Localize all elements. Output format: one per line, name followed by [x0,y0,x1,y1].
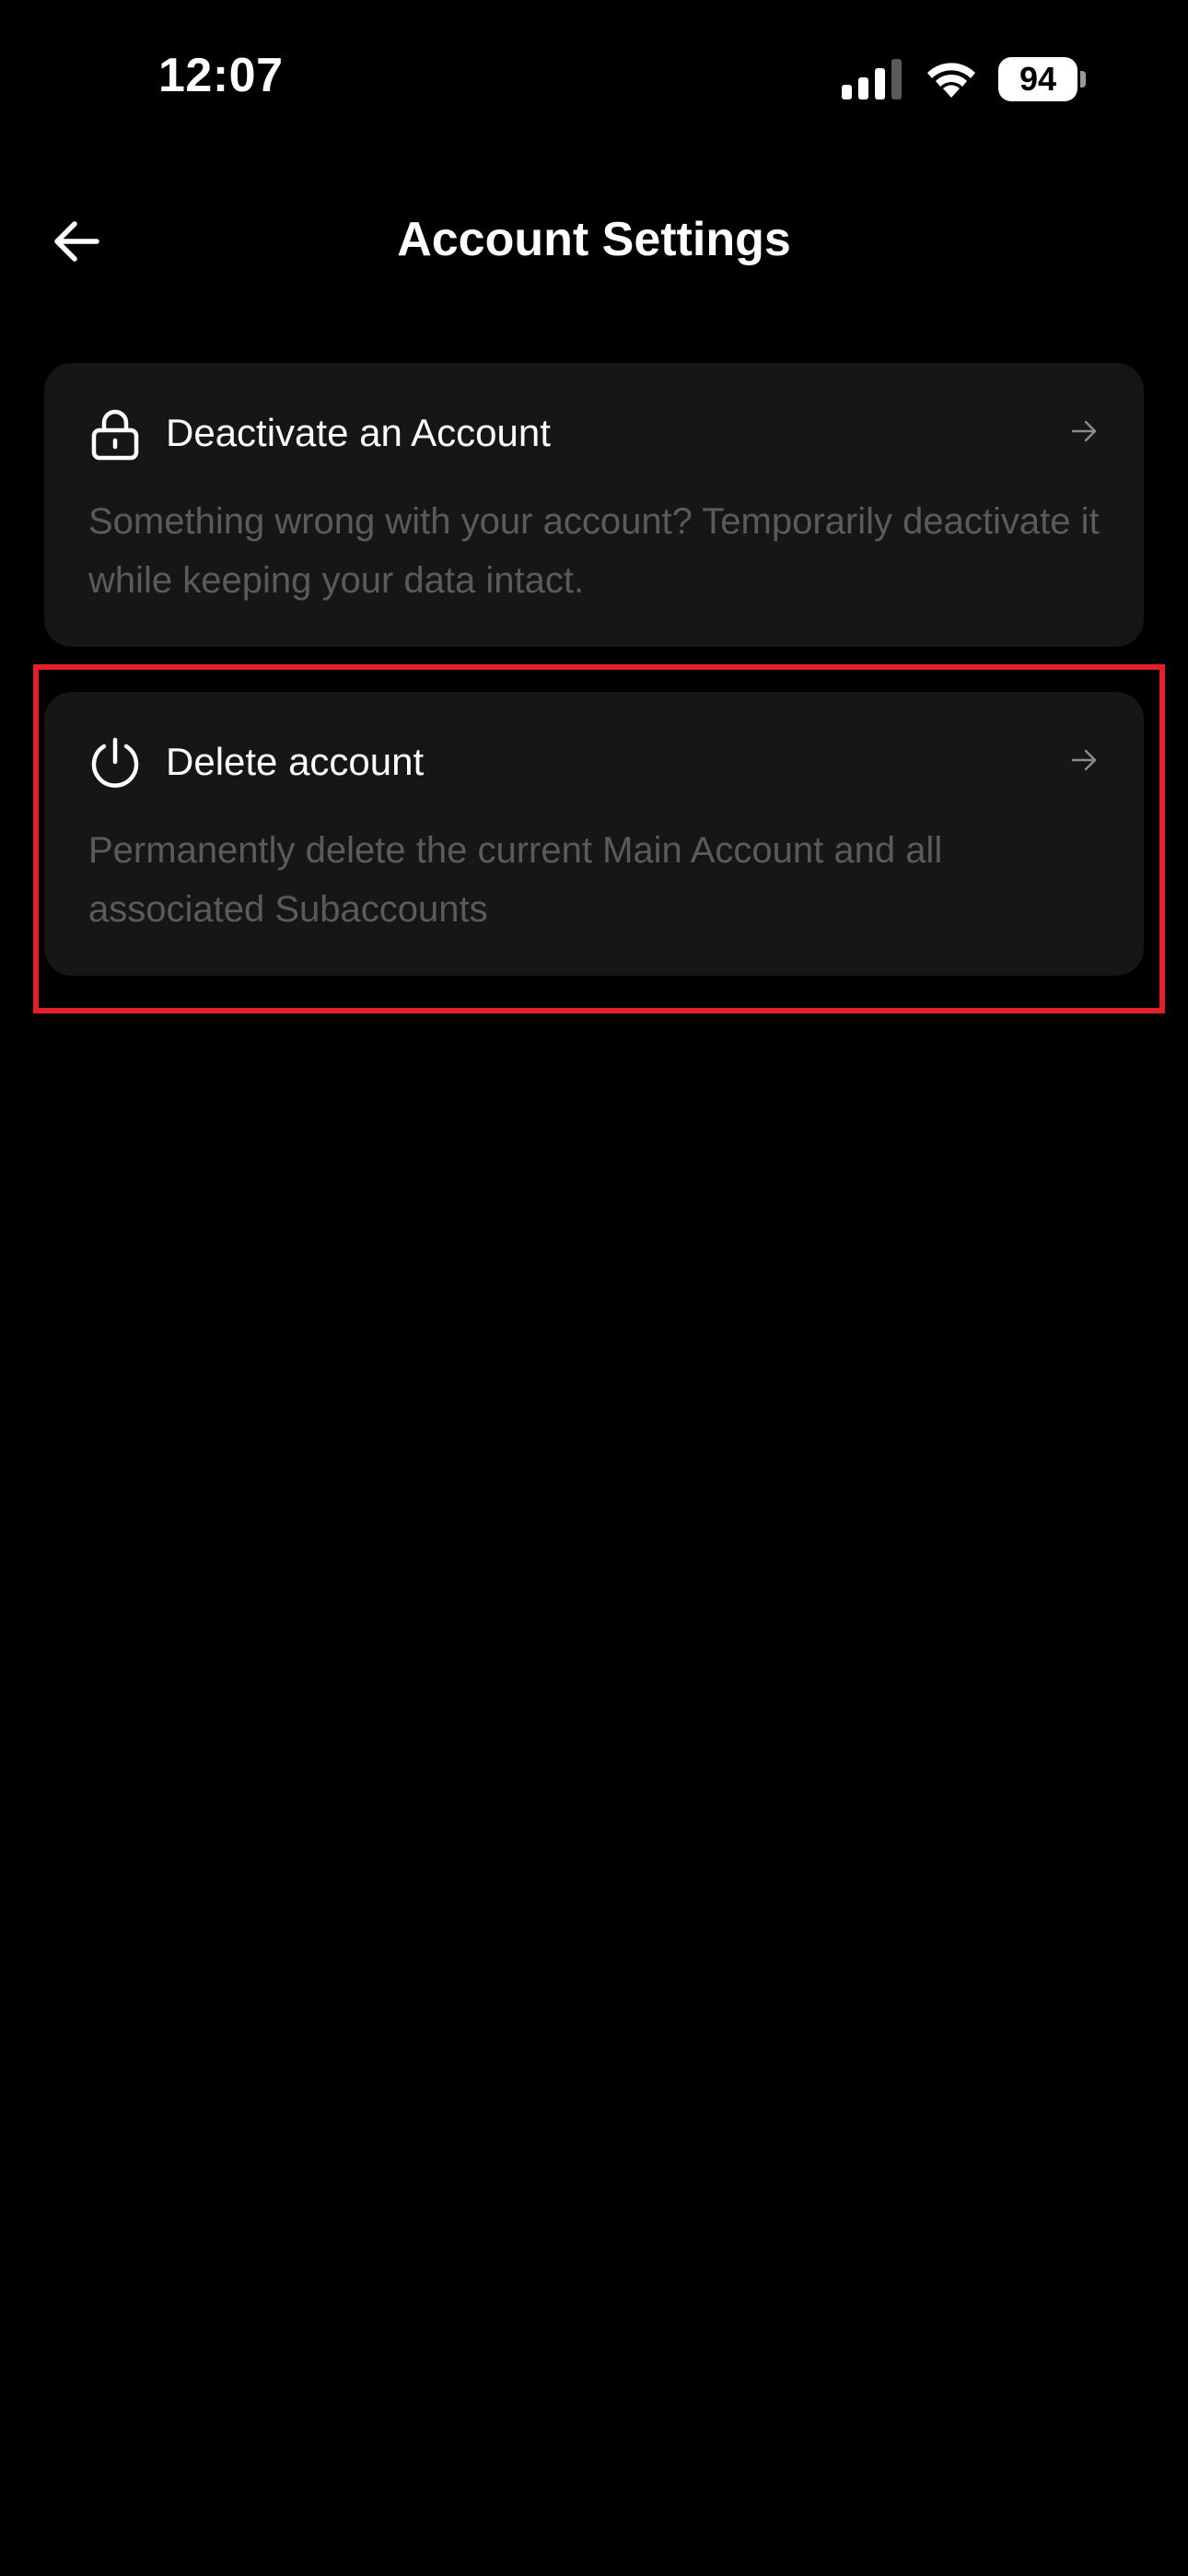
arrow-right-icon [1071,420,1097,442]
card-title: Deactivate an Account [166,411,551,454]
card-description: Permanently delete the current Main Acco… [88,830,943,930]
battery-cap [1080,71,1086,88]
power-icon [91,737,139,788]
lock-icon [91,409,139,461]
cellular-signal-icon [842,59,902,100]
card-description: Something wrong with your account? Tempo… [88,501,1100,601]
battery-body: 94 [998,57,1077,101]
delete-account-card[interactable]: Delete account Permanently delete the cu… [44,692,1144,976]
status-time: 12:07 [158,49,284,102]
wifi-icon [927,63,975,98]
header: Account Settings [0,184,1188,299]
page-title: Account Settings [397,213,791,266]
battery-indicator: 94 [998,57,1087,101]
card-title: Delete account [166,740,425,783]
status-bar: 12:07 94 [0,0,1188,161]
deactivate-account-card[interactable]: Deactivate an Account Something wrong wi… [44,363,1144,647]
battery-level: 94 [1019,60,1057,98]
arrow-right-icon [1071,749,1097,771]
